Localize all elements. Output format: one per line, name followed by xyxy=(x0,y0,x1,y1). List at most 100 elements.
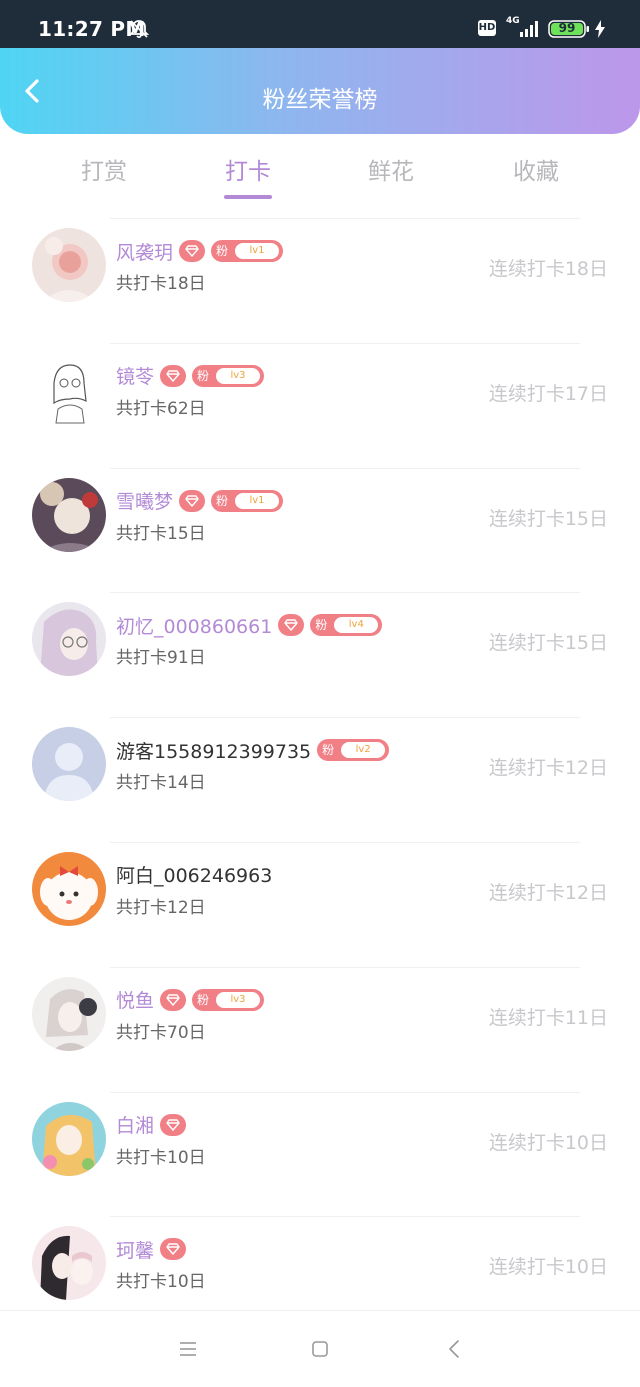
fan-badge-label: 粉 xyxy=(216,493,229,508)
fan-level: lv4 xyxy=(334,617,379,634)
checkin-streak: 连续打卡12日 xyxy=(488,881,608,904)
name-line: 阿白_006246963 xyxy=(116,862,272,888)
bell-off-icon xyxy=(128,20,150,39)
fan-ranking-list: 风袭玥 粉 lv1 共打卡18日 连续打卡18日 镜苓 粉 lv3 共打卡62日… xyxy=(0,218,640,1341)
avatar[interactable] xyxy=(32,976,106,1051)
charging-icon xyxy=(595,20,605,38)
status-bar: 11:27 PM HD 4G 99 xyxy=(0,0,640,48)
list-item[interactable]: 雪曦梦 粉 lv1 共打卡15日 连续打卡15日 xyxy=(0,467,640,593)
back-icon[interactable] xyxy=(446,1339,462,1359)
user-name[interactable]: 悦鱼 xyxy=(116,986,154,1013)
divider xyxy=(110,717,580,719)
user-name[interactable]: 镜苓 xyxy=(116,362,154,389)
fan-badge-label: 粉 xyxy=(315,618,328,633)
hd-badge: HD xyxy=(478,20,496,36)
avatar[interactable] xyxy=(32,477,106,552)
user-name[interactable]: 白湘 xyxy=(116,1111,154,1138)
fan-level-badge: 粉 lv2 xyxy=(317,739,390,762)
user-name[interactable]: 雪曦梦 xyxy=(116,487,173,514)
total-checkins: 共打卡15日 xyxy=(116,523,206,544)
battery-level: 99 xyxy=(558,21,576,35)
fan-badge-label: 粉 xyxy=(197,992,210,1007)
name-line: 雪曦梦 粉 lv1 xyxy=(116,487,284,514)
divider xyxy=(110,467,580,469)
avatar[interactable] xyxy=(32,727,106,802)
menu-icon[interactable] xyxy=(178,1341,198,1357)
header: 粉丝荣誉榜 xyxy=(0,48,640,134)
tab-bar: 打赏 打卡 鲜花 收藏 xyxy=(0,134,640,204)
checkin-streak: 连续打卡15日 xyxy=(488,632,608,655)
user-name[interactable]: 阿白_006246963 xyxy=(116,861,272,888)
list-item[interactable]: 悦鱼 粉 lv3 共打卡70日 连续打卡11日 xyxy=(0,966,640,1092)
divider xyxy=(110,592,580,594)
diamond-icon xyxy=(179,240,206,262)
system-nav-bar xyxy=(0,1310,640,1387)
fan-level: lv3 xyxy=(216,367,261,384)
list-item[interactable]: 初忆_000860661 粉 lv4 共打卡91日 连续打卡15日 xyxy=(0,592,640,717)
list-item[interactable]: 镜苓 粉 lv3 共打卡62日 连续打卡17日 xyxy=(0,342,640,468)
avatar[interactable] xyxy=(32,602,106,677)
total-checkins: 共打卡70日 xyxy=(116,1022,206,1043)
divider xyxy=(110,1216,580,1218)
user-name[interactable]: 风袭玥 xyxy=(116,238,173,265)
name-line: 初忆_000860661 粉 lv4 xyxy=(116,612,383,639)
total-checkins: 共打卡91日 xyxy=(116,648,206,669)
total-checkins: 共打卡18日 xyxy=(116,274,206,294)
avatar[interactable] xyxy=(32,228,106,302)
fan-level: lv1 xyxy=(235,243,280,259)
list-item[interactable]: 游客1558912399735 粉 lv2 共打卡14日 连续打卡12日 xyxy=(0,717,640,842)
fan-badge-label: 粉 xyxy=(197,368,210,383)
name-line: 白湘 xyxy=(116,1111,187,1138)
checkin-streak: 连续打卡11日 xyxy=(488,1006,608,1029)
total-checkins: 共打卡12日 xyxy=(116,897,206,918)
fan-level: lv1 xyxy=(235,492,280,509)
signal-icon xyxy=(520,21,538,37)
fan-level: lv3 xyxy=(216,991,261,1008)
list-item[interactable]: 白湘 共打卡10日 连续打卡10日 xyxy=(0,1091,640,1217)
diamond-icon xyxy=(160,364,187,387)
name-line: 珂馨 xyxy=(116,1236,187,1263)
list-item[interactable]: 阿白_006246963 共打卡12日 连续打卡12日 xyxy=(0,841,640,967)
user-name[interactable]: 珂馨 xyxy=(116,1236,154,1263)
checkin-streak: 连续打卡15日 xyxy=(488,507,608,530)
fan-badge-label: 粉 xyxy=(216,244,229,258)
name-line: 悦鱼 粉 lv3 xyxy=(116,986,265,1013)
checkin-streak: 连续打卡12日 xyxy=(488,757,608,780)
fan-level-badge: 粉 lv1 xyxy=(211,489,284,512)
fan-level-badge: 粉 lv3 xyxy=(192,988,265,1011)
user-name[interactable]: 初忆_000860661 xyxy=(116,612,272,639)
page-title: 粉丝荣誉榜 xyxy=(262,87,378,113)
total-checkins: 共打卡10日 xyxy=(116,1147,206,1168)
name-line: 镜苓 粉 lv3 xyxy=(116,362,265,389)
diamond-icon xyxy=(160,1113,187,1136)
divider xyxy=(110,1091,580,1093)
total-checkins: 共打卡10日 xyxy=(116,1272,206,1293)
user-name[interactable]: 游客1558912399735 xyxy=(116,737,311,764)
avatar[interactable] xyxy=(32,1226,106,1301)
checkin-streak: 连续打卡10日 xyxy=(488,1256,608,1279)
avatar[interactable] xyxy=(32,851,106,926)
tab-checkin-label: 打卡 xyxy=(225,159,271,185)
avatar[interactable] xyxy=(32,1101,106,1176)
diamond-icon xyxy=(160,1238,187,1261)
name-line: 风袭玥 粉 lv1 xyxy=(116,238,284,265)
divider xyxy=(110,218,580,219)
tab-flowers[interactable]: 鲜花 xyxy=(331,152,451,186)
tab-favorites[interactable]: 收藏 xyxy=(476,152,596,186)
diamond-icon xyxy=(179,489,206,512)
fan-badge-label: 粉 xyxy=(322,743,335,758)
total-checkins: 共打卡14日 xyxy=(116,773,206,794)
tab-reward[interactable]: 打赏 xyxy=(44,152,164,186)
divider xyxy=(110,966,580,968)
avatar[interactable] xyxy=(32,352,106,427)
diamond-icon xyxy=(160,988,187,1011)
divider xyxy=(110,841,580,843)
checkin-streak: 连续打卡17日 xyxy=(488,382,608,405)
active-tab-indicator xyxy=(224,195,272,199)
battery-icon: 99 xyxy=(548,20,590,38)
list-item[interactable]: 风袭玥 粉 lv1 共打卡18日 连续打卡18日 xyxy=(0,218,640,343)
checkin-streak: 连续打卡18日 xyxy=(488,258,608,280)
total-checkins: 共打卡62日 xyxy=(116,398,206,419)
tab-checkin[interactable]: 打卡 xyxy=(188,152,308,199)
home-icon[interactable] xyxy=(312,1341,328,1357)
